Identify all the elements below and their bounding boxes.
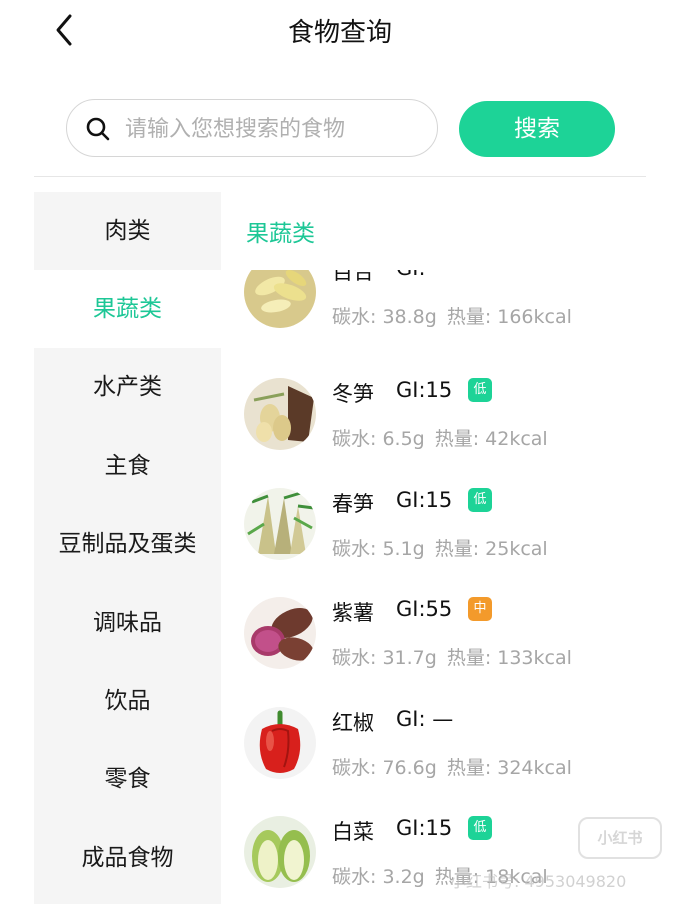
food-image xyxy=(244,816,316,888)
food-gi: GI:55 xyxy=(396,597,453,621)
category-item-meat[interactable]: 肉类 xyxy=(34,192,221,270)
food-calories: 热量: 42kcal xyxy=(434,428,548,450)
food-image xyxy=(244,707,316,779)
category-item-prepared-food[interactable]: 成品食物 xyxy=(34,819,221,897)
food-item-spring-bamboo[interactable]: 春笋 GI:15 低 碳水: 5.1g 热量: 25kcal xyxy=(230,488,680,598)
search-button[interactable]: 搜索 xyxy=(459,101,615,157)
food-carbs: 碳水: 6.5g xyxy=(332,428,425,450)
gi-level-badge: 低 xyxy=(468,816,492,840)
food-name: 百合 xyxy=(332,270,374,284)
food-list[interactable]: 百合 GI: — 碳水: 38.8g 热量: 166kcal 冬笋 GI:15 低… xyxy=(230,270,680,904)
section-title: 果蔬类 xyxy=(246,221,315,247)
gi-level-badge: 中 xyxy=(468,597,492,621)
food-item-purple-sweet-potato[interactable]: 紫薯 GI:55 中 碳水: 31.7g 热量: 133kcal xyxy=(230,597,680,707)
food-gi: GI:15 xyxy=(396,816,453,840)
search-box[interactable] xyxy=(66,99,438,157)
page-title: 食物查询 xyxy=(287,18,392,48)
food-nutrition: 碳水: 76.6g 热量: 324kcal xyxy=(332,753,572,780)
category-item-fruits-vegetables[interactable]: 果蔬类 xyxy=(34,270,221,348)
food-carbs: 碳水: 38.8g xyxy=(332,306,437,328)
gi-level-badge: 低 xyxy=(468,488,492,512)
divider xyxy=(34,176,646,177)
search-icon xyxy=(86,117,110,141)
category-sidebar: 肉类 果蔬类 水产类 主食 豆制品及蛋类 调味品 饮品 零食 成品食物 xyxy=(34,192,221,904)
food-item-red-pepper[interactable]: 红椒 GI: — 碳水: 76.6g 热量: 324kcal xyxy=(230,707,680,817)
food-image xyxy=(244,597,316,669)
top-bar: 食物查询 xyxy=(0,0,680,62)
category-item-staple[interactable]: 主食 xyxy=(34,427,221,505)
food-nutrition: 碳水: 38.8g 热量: 166kcal xyxy=(332,302,572,329)
food-nutrition: 碳水: 31.7g 热量: 133kcal xyxy=(332,643,572,670)
food-image xyxy=(244,488,316,560)
watermark-id: 小红书号: 4953049820 xyxy=(450,872,627,891)
watermark-logo: 小红书 xyxy=(578,817,662,859)
food-name: 红椒 xyxy=(332,711,374,735)
category-item-condiments[interactable]: 调味品 xyxy=(34,584,221,662)
food-gi: GI: — xyxy=(396,707,454,731)
food-carbs: 碳水: 3.2g xyxy=(332,866,425,888)
food-carbs: 碳水: 76.6g xyxy=(332,757,437,779)
food-name: 白菜 xyxy=(332,820,374,844)
search-input[interactable] xyxy=(123,108,427,150)
gi-level-badge: 低 xyxy=(468,378,492,402)
food-image xyxy=(244,270,316,328)
food-carbs: 碳水: 31.7g xyxy=(332,647,437,669)
food-name: 春笋 xyxy=(332,492,374,516)
food-item-winter-bamboo[interactable]: 冬笋 GI:15 低 碳水: 6.5g 热量: 42kcal xyxy=(230,378,680,488)
food-item-lily[interactable]: 百合 GI: — 碳水: 38.8g 热量: 166kcal xyxy=(230,270,680,366)
category-item-seafood[interactable]: 水产类 xyxy=(34,348,221,426)
food-gi: GI: — xyxy=(396,270,453,280)
food-calories: 热量: 166kcal xyxy=(446,306,572,328)
food-calories: 热量: 25kcal xyxy=(434,538,548,560)
food-gi: GI:15 xyxy=(396,378,453,402)
food-calories: 热量: 133kcal xyxy=(446,647,572,669)
food-carbs: 碳水: 5.1g xyxy=(332,538,425,560)
food-nutrition: 碳水: 5.1g 热量: 25kcal xyxy=(332,534,548,561)
category-item-soy-eggs[interactable]: 豆制品及蛋类 xyxy=(34,505,221,583)
food-image xyxy=(244,378,316,450)
category-item-drinks[interactable]: 饮品 xyxy=(34,662,221,740)
food-nutrition: 碳水: 6.5g 热量: 42kcal xyxy=(332,424,548,451)
food-name: 紫薯 xyxy=(332,601,374,625)
food-gi: GI:15 xyxy=(396,488,453,512)
category-item-snacks[interactable]: 零食 xyxy=(34,740,221,818)
food-name: 冬笋 xyxy=(332,382,374,406)
food-calories: 热量: 324kcal xyxy=(446,757,572,779)
